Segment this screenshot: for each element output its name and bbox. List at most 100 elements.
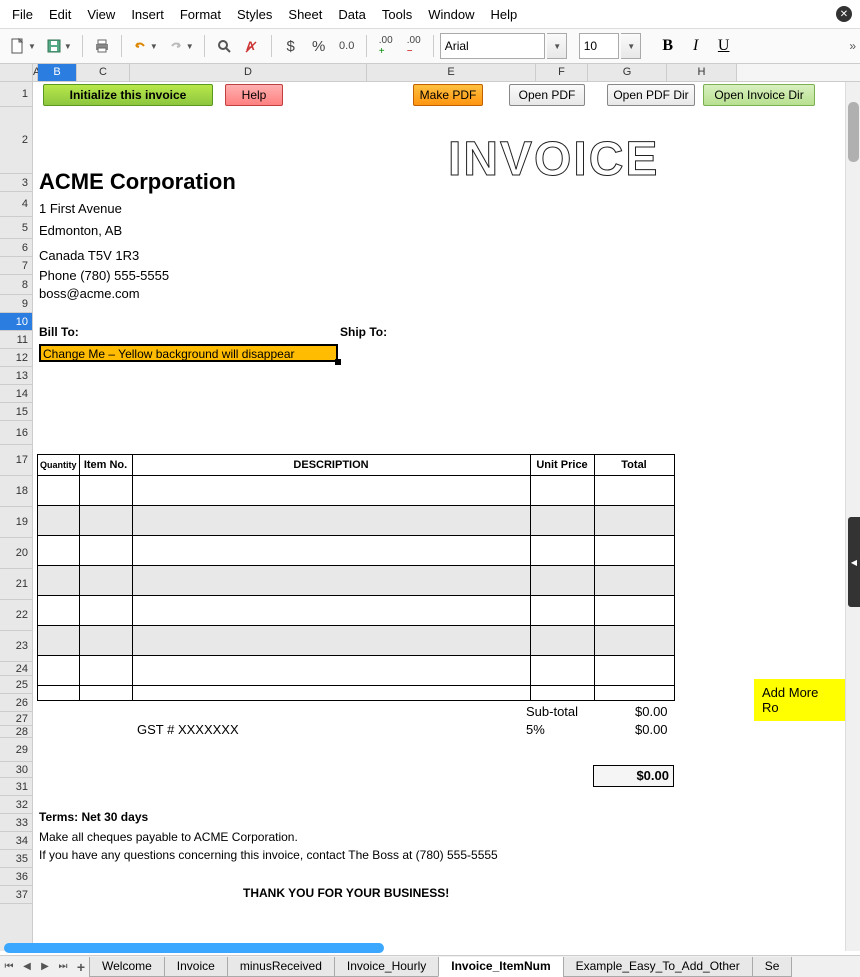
address-line1[interactable]: 1 First Avenue [39, 201, 122, 216]
row-header-23[interactable]: 23 [0, 631, 32, 662]
add-more-rows-button[interactable]: Add More Ro [754, 679, 845, 721]
row-header-9[interactable]: 9 [0, 295, 32, 313]
row-header-22[interactable]: 22 [0, 600, 32, 631]
scrollbar-thumb[interactable] [4, 943, 384, 953]
menu-file[interactable]: File [4, 3, 41, 26]
row-header-24[interactable]: 24 [0, 662, 32, 676]
row-header-20[interactable]: 20 [0, 538, 32, 569]
col-header-H[interactable]: H [667, 64, 737, 81]
row-header-37[interactable]: 37 [0, 886, 32, 904]
menu-edit[interactable]: Edit [41, 3, 79, 26]
scrollbar-thumb[interactable] [848, 102, 859, 162]
row-header-1[interactable]: 1 [0, 82, 32, 107]
clear-format-button[interactable]: A [239, 33, 265, 59]
remove-decimal-button[interactable]: .00− [401, 33, 427, 59]
find-button[interactable] [211, 33, 237, 59]
tab-next-button[interactable]: ▶ [36, 957, 54, 977]
save-button[interactable]: ▼ [42, 33, 76, 59]
address-line2[interactable]: Edmonton, AB [39, 223, 122, 238]
table-row[interactable] [38, 506, 675, 536]
menu-window[interactable]: Window [420, 3, 482, 26]
italic-button[interactable]: I [683, 33, 709, 59]
underline-button[interactable]: U [711, 33, 737, 59]
row-header-36[interactable]: 36 [0, 868, 32, 886]
row-header-29[interactable]: 29 [0, 738, 32, 762]
row-header-5[interactable]: 5 [0, 217, 32, 239]
row-header-25[interactable]: 25 [0, 676, 32, 694]
percent-button[interactable]: % [306, 33, 332, 59]
row-header-21[interactable]: 21 [0, 569, 32, 600]
col-header-E[interactable]: E [367, 64, 536, 81]
tab-example-easy[interactable]: Example_Easy_To_Add_Other [563, 957, 753, 977]
row-header-31[interactable]: 31 [0, 778, 32, 796]
font-size-input[interactable]: 10 [579, 33, 619, 59]
horizontal-scrollbar[interactable] [4, 943, 848, 955]
table-row[interactable] [38, 566, 675, 596]
col-header-D[interactable]: D [130, 64, 367, 81]
spreadsheet-grid[interactable]: Initialize this invoice Help Make PDF Op… [33, 82, 845, 951]
tab-invoice-itemnum[interactable]: Invoice_ItemNum [438, 957, 563, 977]
menu-view[interactable]: View [79, 3, 123, 26]
table-row[interactable] [38, 596, 675, 626]
font-name-input[interactable]: Arial [440, 33, 545, 59]
row-header-18[interactable]: 18 [0, 476, 32, 507]
redo-button[interactable]: ▼ [164, 33, 198, 59]
undo-button[interactable]: ▼ [128, 33, 162, 59]
col-header-F[interactable]: F [536, 64, 588, 81]
row-header-15[interactable]: 15 [0, 403, 32, 421]
tab-minusreceived[interactable]: minusReceived [227, 957, 335, 977]
phone-line[interactable]: Phone (780) 555-5555 [39, 268, 169, 283]
row-header-27[interactable]: 27 [0, 712, 32, 726]
tab-se[interactable]: Se [752, 957, 793, 977]
email-line[interactable]: boss@acme.com [39, 286, 140, 301]
row-header-7[interactable]: 7 [0, 257, 32, 275]
open-pdf-button[interactable]: Open PDF [509, 84, 585, 106]
row-header-11[interactable]: 11 [0, 331, 32, 349]
table-row[interactable] [38, 626, 675, 656]
sidebar-toggle[interactable]: ◀ [848, 517, 860, 607]
row-header-14[interactable]: 14 [0, 385, 32, 403]
close-icon[interactable]: ✕ [836, 6, 852, 22]
row-header-16[interactable]: 16 [0, 421, 32, 445]
add-sheet-button[interactable]: + [72, 957, 90, 977]
number-format-button[interactable]: 0.0 [334, 33, 360, 59]
font-size-dropdown[interactable]: ▼ [621, 33, 641, 59]
tab-welcome[interactable]: Welcome [89, 957, 165, 977]
help-button[interactable]: Help [225, 84, 283, 106]
currency-button[interactable]: $ [278, 33, 304, 59]
tab-first-button[interactable]: ⏮ [0, 957, 18, 977]
row-header-34[interactable]: 34 [0, 832, 32, 850]
menu-insert[interactable]: Insert [123, 3, 172, 26]
menu-data[interactable]: Data [330, 3, 373, 26]
row-header-26[interactable]: 26 [0, 694, 32, 712]
menu-sheet[interactable]: Sheet [280, 3, 330, 26]
menu-help[interactable]: Help [482, 3, 525, 26]
selection-handle[interactable] [335, 359, 341, 365]
print-button[interactable] [89, 33, 115, 59]
bold-button[interactable]: B [655, 33, 681, 59]
row-header-3[interactable]: 3 [0, 174, 32, 192]
select-all-corner[interactable] [0, 64, 33, 81]
table-row[interactable] [38, 536, 675, 566]
address-line3[interactable]: Canada T5V 1R3 [39, 248, 139, 263]
row-header-32[interactable]: 32 [0, 796, 32, 814]
row-header-17[interactable]: 17 [0, 445, 32, 476]
tab-prev-button[interactable]: ◀ [18, 957, 36, 977]
open-pdf-dir-button[interactable]: Open PDF Dir [607, 84, 695, 106]
font-name-dropdown[interactable]: ▼ [547, 33, 567, 59]
row-header-4[interactable]: 4 [0, 192, 32, 217]
table-row[interactable] [38, 476, 675, 506]
menu-format[interactable]: Format [172, 3, 229, 26]
col-header-G[interactable]: G [588, 64, 667, 81]
table-row[interactable] [38, 686, 675, 701]
row-header-35[interactable]: 35 [0, 850, 32, 868]
menu-styles[interactable]: Styles [229, 3, 280, 26]
tab-last-button[interactable]: ⏭ [54, 957, 72, 977]
row-header-2[interactable]: 2 [0, 107, 32, 174]
company-name[interactable]: ACME Corporation [39, 169, 236, 195]
row-header-28[interactable]: 28 [0, 726, 32, 738]
col-header-C[interactable]: C [77, 64, 130, 81]
row-header-8[interactable]: 8 [0, 275, 32, 295]
tab-invoice-hourly[interactable]: Invoice_Hourly [334, 957, 439, 977]
make-pdf-button[interactable]: Make PDF [413, 84, 483, 106]
